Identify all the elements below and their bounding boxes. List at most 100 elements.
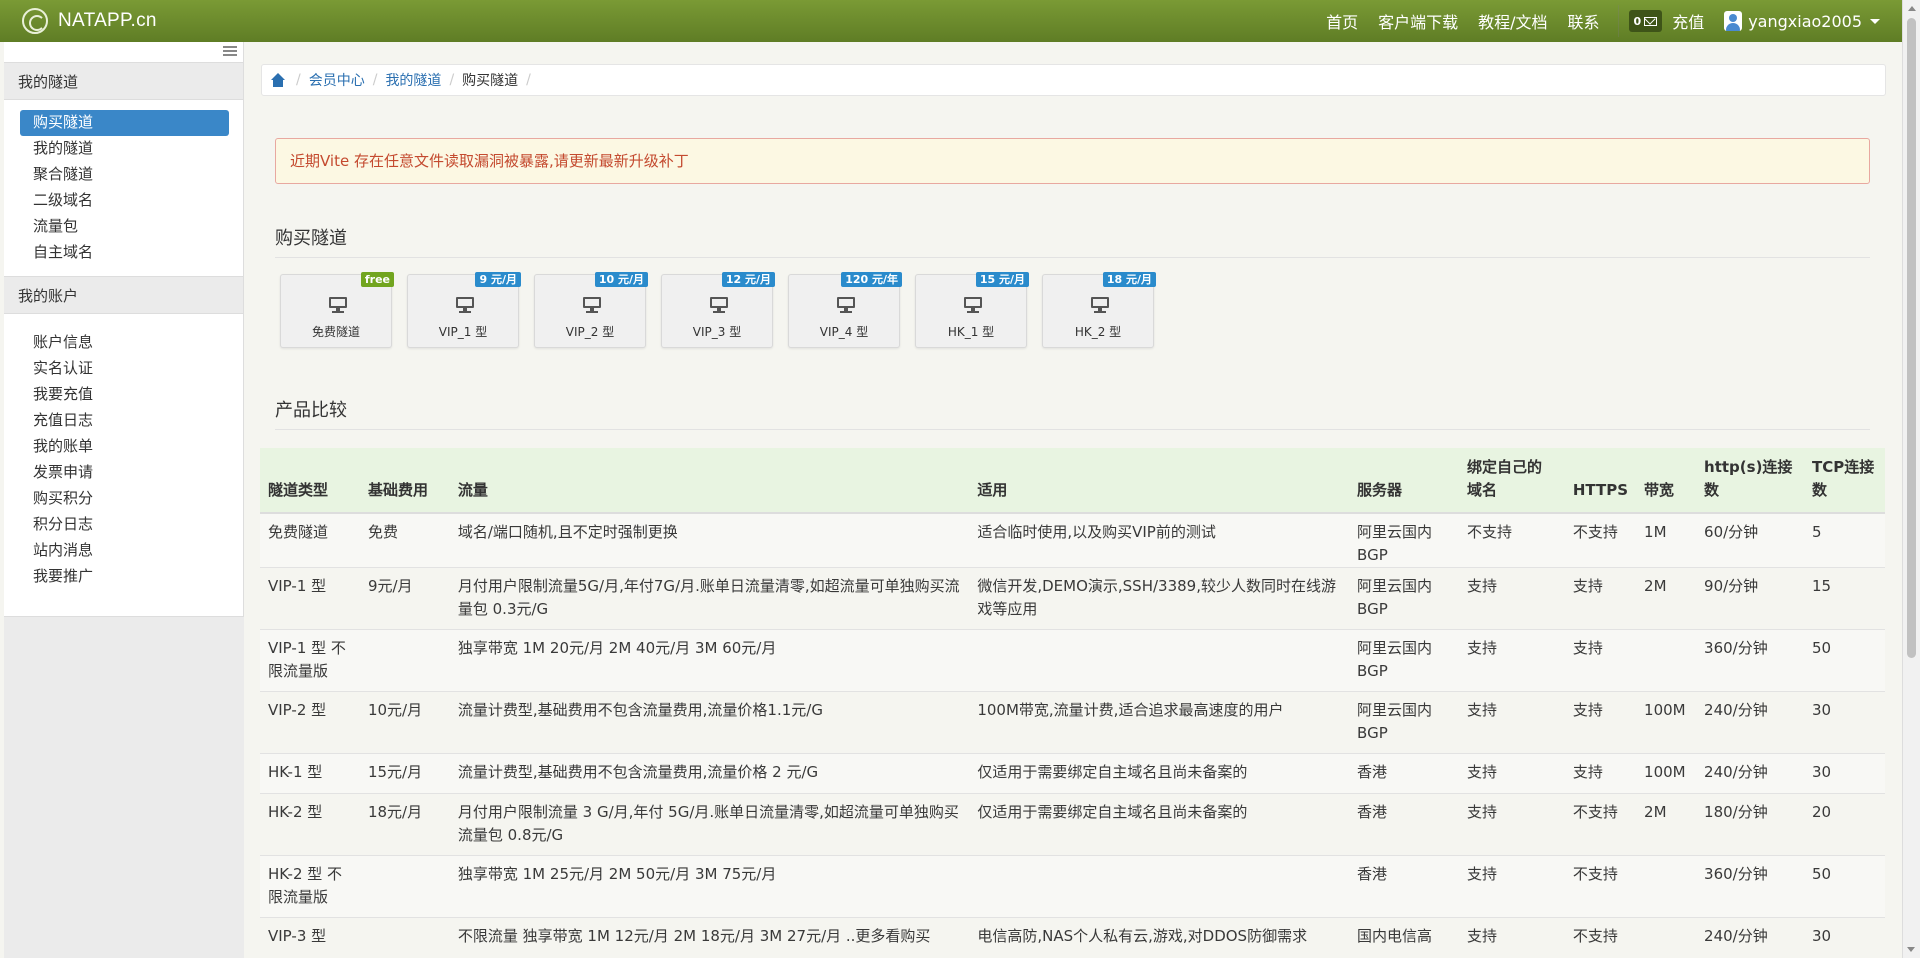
scroll-up-icon[interactable] — [1907, 6, 1916, 11]
table-cell: 9元/月 — [359, 567, 450, 630]
compare-section-title: 产品比较 — [275, 396, 1870, 430]
tile-free-tunnel[interactable]: free 免费隧道 — [280, 272, 394, 348]
sidebar-item-recharge-log[interactable]: 充值日志 — [20, 408, 229, 434]
sidebar-collapse-icon[interactable] — [223, 46, 237, 56]
table-cell: 20 — [1803, 793, 1885, 856]
table-cell: 18元/月 — [359, 793, 450, 856]
table-header-row: 隧道类型 基础费用 流量 适用 服务器 绑定自己的域名 HTTPS 带宽 htt… — [260, 448, 1885, 514]
nav-link-download[interactable]: 客户端下载 — [1378, 9, 1458, 33]
sidebar-item-my-tunnels[interactable]: 我的隧道 — [20, 136, 229, 162]
table-cell: 月付用户限制流量5G/月,年付7G/月.账单日流量清零,如超流量可单独购买流量包… — [449, 567, 970, 630]
table-cell — [359, 855, 450, 918]
breadcrumb-separator: / — [296, 72, 301, 88]
sidebar-item-bills[interactable]: 我的账单 — [20, 434, 229, 460]
table-cell: 10元/月 — [359, 691, 450, 754]
table-cell: VIP-3 型 — [260, 917, 360, 958]
table-cell: 240/分钟 — [1696, 753, 1804, 794]
table-cell: 50 — [1803, 855, 1885, 918]
table-cell: 支持 — [1458, 793, 1565, 856]
tile-hk1[interactable]: 15 元/月 HK_1 型 — [915, 272, 1029, 348]
tile-label: HK_2 型 — [1074, 325, 1122, 339]
table-cell: 阿里云国内BGP — [1349, 567, 1459, 630]
breadcrumb: / 会员中心 / 我的隧道 / 购买隧道 / — [261, 64, 1886, 96]
message-count: 0 — [1633, 14, 1642, 28]
sidebar-tunnel-list: 购买隧道 我的隧道 聚合隧道 二级域名 流量包 自主域名 — [4, 100, 243, 276]
tile-label: VIP_3 型 — [692, 325, 742, 339]
sidebar-item-account-info[interactable]: 账户信息 — [20, 330, 229, 356]
sidebar-item-referral[interactable]: 我要推广 — [20, 564, 229, 590]
breadcrumb-separator: / — [372, 72, 378, 88]
sidebar-item-subdomain[interactable]: 二级域名 — [20, 188, 229, 214]
nav-link-docs[interactable]: 教程/文档 — [1478, 9, 1547, 33]
sidebar-item-aggregate-tunnels[interactable]: 聚合隧道 — [20, 162, 229, 188]
sidebar-item-messages[interactable]: 站内消息 — [20, 538, 229, 564]
sidebar-footer — [4, 616, 244, 958]
table-cell: 香港 — [1349, 855, 1459, 918]
table-cell: 支持 — [1458, 855, 1565, 918]
sidebar-item-recharge[interactable]: 我要充值 — [20, 382, 229, 408]
breadcrumb-member-center[interactable]: 会员中心 — [309, 70, 365, 90]
sidebar-item-points-log[interactable]: 积分日志 — [20, 512, 229, 538]
sidebar-item-invoice[interactable]: 发票申请 — [20, 460, 229, 486]
table-cell: 不支持 — [1564, 917, 1637, 958]
table-cell: 60/分钟 — [1696, 512, 1804, 568]
table-cell: 240/分钟 — [1696, 917, 1804, 958]
scroll-down-icon[interactable] — [1907, 947, 1915, 952]
table-cell: 微信开发,DEMO演示,SSH/3389,较少人数同时在线游戏等应用 — [969, 567, 1350, 630]
sidebar-item-traffic-pack[interactable]: 流量包 — [20, 214, 229, 240]
price-badge: free — [360, 272, 394, 287]
table-cell: 流量计费型,基础费用不包含流量费用,流量价格 2 元/G — [449, 753, 970, 794]
breadcrumb-separator: / — [526, 72, 531, 88]
tile-vip1[interactable]: 9 元/月 VIP_1 型 — [407, 272, 521, 348]
brand-name: NATAPP.cn — [58, 10, 157, 31]
sidebar-item-buy-points[interactable]: 购买积分 — [20, 486, 229, 512]
tile-label: VIP_1 型 — [438, 325, 488, 339]
main-content: / 会员中心 / 我的隧道 / 购买隧道 / 近期Vite 存在任意文件读取漏洞… — [245, 42, 1900, 958]
table-cell — [969, 629, 1350, 692]
table-cell: 支持 — [1458, 753, 1565, 794]
recharge-link[interactable]: 充值 — [1672, 9, 1704, 33]
messages-button[interactable]: 0 — [1628, 10, 1663, 32]
table-cell: VIP-1 型 不限流量版 — [260, 629, 360, 692]
table-cell: 1M — [1636, 512, 1697, 568]
home-icon[interactable] — [270, 73, 286, 87]
user-menu[interactable]: yangxiao2005 — [1724, 11, 1880, 31]
table-row: HK-1 型 15元/月 流量计费型,基础费用不包含流量费用,流量价格 2 元/G 仅… — [260, 753, 1885, 794]
col-header: 绑定自己的域名 — [1458, 448, 1565, 514]
sidebar-item-verification[interactable]: 实名认证 — [20, 356, 229, 382]
nav-link-home[interactable]: 首页 — [1326, 9, 1358, 33]
sidebar-item-buy-tunnel[interactable]: 购买隧道 — [20, 110, 229, 136]
price-badge: 10 元/月 — [594, 272, 648, 287]
table-row: HK-2 型 18元/月 月付用户限制流量 3 G/月,年付 5G/月.账单日流量清… — [260, 793, 1885, 856]
table-cell: 独享带宽 1M 20元/月 2M 40元/月 3M 60元/月 — [449, 629, 970, 692]
nav-link-contact[interactable]: 联系 — [1568, 9, 1600, 33]
table-cell: 阿里云国内BGP — [1349, 691, 1459, 754]
table-cell: 不支持 — [1458, 512, 1565, 568]
brand[interactable]: NATAPP.cn — [22, 8, 157, 34]
table-row: 免费隧道 免费 域名/端口随机,且不定时强制更换 适合临时使用,以及购买VIP前的测试… — [260, 512, 1885, 568]
tile-vip2[interactable]: 10 元/月 VIP_2 型 — [534, 272, 648, 348]
col-header: 基础费用 — [359, 448, 450, 514]
tile-vip3[interactable]: 12 元/月 VIP_3 型 — [661, 272, 775, 348]
sidebar-item-custom-domain[interactable]: 自主域名 — [20, 240, 229, 266]
col-header: 适用 — [969, 448, 1350, 514]
table-cell: 50 — [1803, 629, 1885, 692]
caret-down-icon — [1870, 18, 1880, 24]
table-row: HK-2 型 不限流量版 独享带宽 1M 25元/月 2M 50元/月 3M 75… — [260, 855, 1885, 918]
breadcrumb-my-tunnels[interactable]: 我的隧道 — [385, 70, 441, 90]
price-badge: 9 元/月 — [475, 272, 521, 287]
tile-hk2[interactable]: 18 元/月 HK_2 型 — [1042, 272, 1156, 348]
col-header: 带宽 — [1636, 448, 1697, 514]
buy-section-title: 购买隧道 — [275, 224, 1870, 258]
table-cell: 香港 — [1349, 753, 1459, 794]
tile-label: VIP_4 型 — [819, 325, 869, 339]
monitor-icon — [710, 297, 728, 313]
table-cell: 流量计费型,基础费用不包含流量费用,流量价格1.1元/G — [449, 691, 970, 754]
scroll-thumb[interactable] — [1907, 18, 1916, 658]
monitor-icon — [837, 297, 855, 313]
table-cell: VIP-2 型 — [260, 691, 360, 754]
page-scrollbar[interactable] — [1902, 0, 1920, 958]
tile-vip4[interactable]: 120 元/年 VIP_4 型 — [788, 272, 902, 348]
col-header: TCP连接数 — [1803, 448, 1885, 514]
table-cell: 国内电信高 — [1349, 917, 1459, 958]
